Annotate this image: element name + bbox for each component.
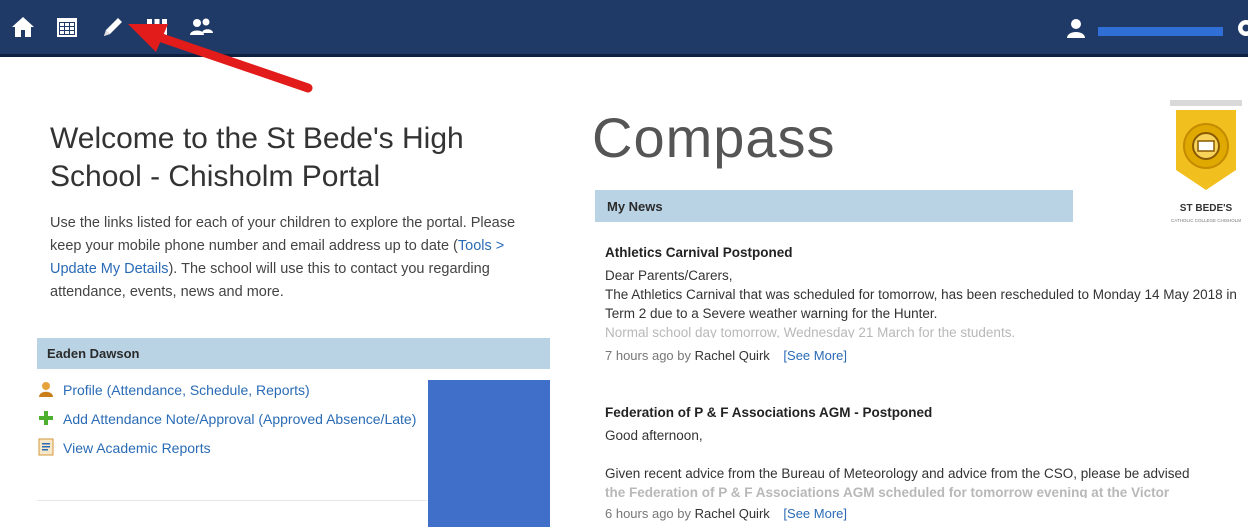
- report-icon: [37, 438, 55, 456]
- news-body-faded: the Federation of P & F Associations AGM…: [605, 485, 1170, 498]
- compass-brand-title: Compass: [592, 106, 836, 169]
- intro-part-1: Use the links listed for each of your ch…: [50, 215, 516, 254]
- user-name-redacted[interactable]: [1098, 27, 1223, 36]
- news-greeting: Good afternoon,: [605, 428, 703, 443]
- news-author[interactable]: Rachel Quirk: [695, 348, 770, 363]
- intro-text: Use the links listed for each of your ch…: [50, 212, 520, 304]
- home-icon[interactable]: [10, 14, 36, 40]
- profile-icon: [37, 380, 55, 398]
- see-more-link[interactable]: [See More]: [783, 348, 847, 363]
- divider: [37, 500, 427, 501]
- news-body-text: Given recent advice from the Bureau of M…: [605, 466, 1190, 481]
- view-academic-reports-label: View Academic Reports: [63, 440, 211, 456]
- user-icon[interactable]: [1064, 16, 1088, 40]
- news-title[interactable]: Federation of P & F Associations AGM - P…: [605, 405, 1240, 420]
- plus-icon: [37, 409, 55, 427]
- profile-link[interactable]: Profile (Attendance, Schedule, Reports): [37, 380, 427, 401]
- news-time: 6 hours ago by: [605, 506, 692, 521]
- news-body: Good afternoon, Given recent advice from…: [605, 426, 1240, 498]
- news-body: Dear Parents/Carers, The Athletics Carni…: [605, 266, 1240, 338]
- see-more-link[interactable]: [See More]: [783, 506, 847, 521]
- news-item: Athletics Carnival Postponed Dear Parent…: [605, 245, 1240, 363]
- page-title: Welcome to the St Bede's High School - C…: [50, 122, 464, 193]
- annotation-arrow: [128, 24, 313, 93]
- news-body-text: The Athletics Carnival that was schedule…: [605, 287, 1237, 321]
- calendar-icon[interactable]: [54, 14, 80, 40]
- news-body-faded: Normal school day tomorrow, Wednesday 21…: [605, 325, 1016, 338]
- child-links: Profile (Attendance, Schedule, Reports) …: [37, 380, 427, 467]
- student-photo-redacted: [428, 380, 550, 527]
- news-header: My News: [595, 190, 1073, 222]
- news-meta: 7 hours ago by Rachel Quirk [See More]: [605, 348, 1240, 363]
- gear-icon[interactable]: [1234, 16, 1248, 40]
- add-attendance-note-link[interactable]: Add Attendance Note/Approval (Approved A…: [37, 409, 427, 430]
- view-academic-reports-link[interactable]: View Academic Reports: [37, 438, 427, 459]
- news-time: 7 hours ago by: [605, 348, 692, 363]
- news-item: Federation of P & F Associations AGM - P…: [605, 405, 1240, 521]
- news-greeting: Dear Parents/Carers,: [605, 268, 733, 283]
- logo-subtext: CATHOLIC COLLEGE CHISHOLM: [1171, 218, 1241, 223]
- news-author[interactable]: Rachel Quirk: [695, 506, 770, 521]
- news-spacer: [605, 445, 1240, 464]
- profile-link-label: Profile (Attendance, Schedule, Reports): [63, 382, 310, 398]
- child-name-header: Eaden Dawson: [37, 338, 550, 369]
- add-attendance-note-label: Add Attendance Note/Approval (Approved A…: [63, 411, 417, 427]
- logo-text: ST BEDE'S: [1180, 203, 1233, 214]
- news-meta: 6 hours ago by Rachel Quirk [See More]: [605, 506, 1240, 521]
- news-title[interactable]: Athletics Carnival Postponed: [605, 245, 1240, 260]
- school-logo: ST BEDE'S CATHOLIC COLLEGE CHISHOLM: [1170, 100, 1242, 223]
